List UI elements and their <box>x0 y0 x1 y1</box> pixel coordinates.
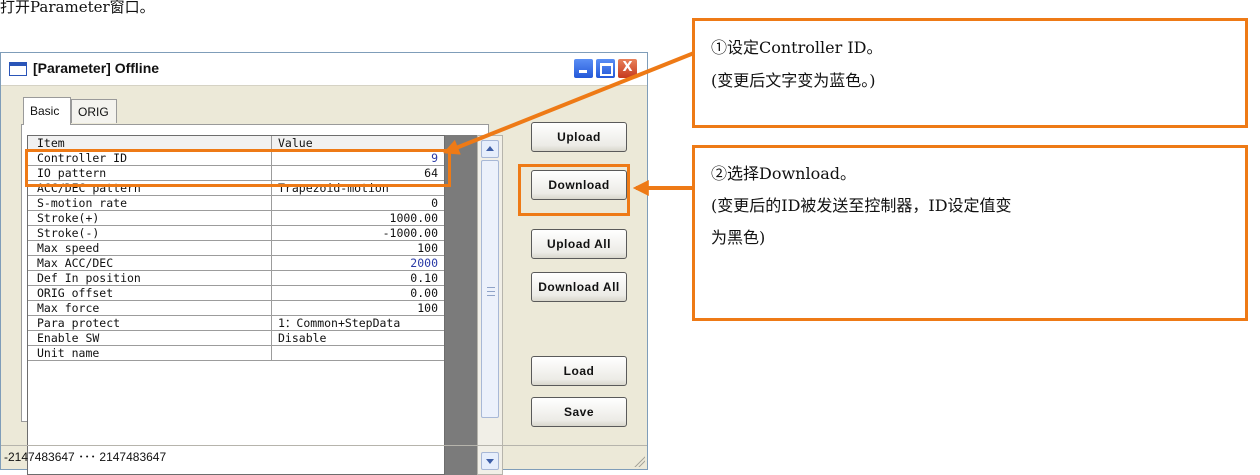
callout-step-1-note: (变更后文字变为蓝色。) <box>711 71 876 90</box>
table-row[interactable]: Def In position 0.10 <box>28 271 444 286</box>
table-row[interactable]: Max speed 100 <box>28 241 444 256</box>
callout-step-2-note: (变更后的ID被发送至控制器，ID设定值变 <box>711 196 1012 215</box>
table-row[interactable]: Unit name <box>28 346 444 361</box>
upload-all-button[interactable]: Upload All <box>531 229 627 259</box>
table-row[interactable]: ORIG offset 0.00 <box>28 286 444 301</box>
param-name-cell: Stroke(-) <box>28 226 272 240</box>
minimize-icon[interactable] <box>573 58 594 79</box>
param-value-cell[interactable] <box>272 346 444 360</box>
parameter-window: [Parameter] Offline X Basic ORIG Item Va… <box>0 52 648 475</box>
callout-step-2: ②选择Download。 (变更后的ID被发送至控制器，ID设定值变 为黑色) <box>692 145 1248 321</box>
param-name-cell: Unit name <box>28 346 272 360</box>
param-value-cell[interactable]: Trapezoid-motion <box>272 181 444 195</box>
callout-step-2-note-cont: 为黑色) <box>711 228 766 247</box>
resize-grip-icon[interactable] <box>633 455 645 467</box>
param-name-cell: Para protect <box>28 316 272 330</box>
param-name-cell: Max ACC/DEC <box>28 256 272 270</box>
param-value-cell[interactable]: 9 <box>272 151 444 165</box>
param-name-cell: ORIG offset <box>28 286 272 300</box>
grid-scrollbar[interactable] <box>477 135 503 475</box>
tab-basic[interactable]: Basic <box>23 97 71 125</box>
parameter-grid: Item Value Controller ID 9 IO pattern 64 ACC… <box>27 135 445 475</box>
callout-step-1: ①设定Controller ID。 (变更后文字变为蓝色。) <box>692 18 1248 128</box>
table-row[interactable]: IO pattern 64 <box>28 166 444 181</box>
param-value-cell[interactable]: 1000.00 <box>272 211 444 225</box>
grid-header-row: Item Value <box>28 136 444 151</box>
download-all-button[interactable]: Download All <box>531 272 627 302</box>
table-row[interactable]: S-motion rate 0 <box>28 196 444 211</box>
table-row[interactable]: Stroke(-) -1000.00 <box>28 226 444 241</box>
param-name-cell: Max force <box>28 301 272 315</box>
param-value-cell[interactable]: 0.10 <box>272 271 444 285</box>
download-button[interactable]: Download <box>531 170 627 200</box>
close-icon[interactable]: X <box>617 58 638 79</box>
param-name-cell: Stroke(+) <box>28 211 272 225</box>
param-name-cell: IO pattern <box>28 166 272 180</box>
column-header-value: Value <box>278 136 313 150</box>
callout-step-1-title: ①设定Controller ID。 <box>711 38 883 57</box>
grid-empty-area <box>445 135 477 475</box>
table-row[interactable]: ACC/DEC pattern Trapezoid-motion <box>28 181 444 196</box>
param-value-cell[interactable]: 1：Common+StepData <box>272 316 444 330</box>
table-row[interactable]: Para protect 1：Common+StepData <box>28 316 444 331</box>
scroll-up-icon[interactable] <box>481 140 499 158</box>
param-name-cell: Max speed <box>28 241 272 255</box>
upload-button[interactable]: Upload <box>531 122 627 152</box>
title-bar[interactable]: [Parameter] Offline X <box>1 53 647 86</box>
param-name-cell: ACC/DEC pattern <box>28 181 272 195</box>
tab-orig[interactable]: ORIG <box>71 99 117 123</box>
param-value-cell[interactable]: 64 <box>272 166 444 180</box>
maximize-icon[interactable] <box>595 58 616 79</box>
status-bar: -2147483647 ･･･ 2147483647 <box>1 445 647 469</box>
load-button[interactable]: Load <box>531 356 627 386</box>
param-value-cell[interactable]: 100 <box>272 241 444 255</box>
param-value-cell[interactable]: Disable <box>272 331 444 345</box>
param-name-cell: Enable SW <box>28 331 272 345</box>
document-heading: 打开Parameter窗口。 <box>0 0 155 16</box>
param-value-cell[interactable]: -1000.00 <box>272 226 444 240</box>
table-row[interactable]: Enable SW Disable <box>28 331 444 346</box>
column-header-item: Item <box>28 136 272 150</box>
param-value-cell[interactable]: 0 <box>272 196 444 210</box>
callout-step-2-title: ②选择Download。 <box>711 164 856 183</box>
param-name-cell: Controller ID <box>28 151 272 165</box>
table-row[interactable]: Stroke(+) 1000.00 <box>28 211 444 226</box>
save-button[interactable]: Save <box>531 397 627 427</box>
table-row[interactable]: Max ACC/DEC 2000 <box>28 256 444 271</box>
param-name-cell: Def In position <box>28 271 272 285</box>
window-icon <box>9 62 27 76</box>
param-name-cell: S-motion rate <box>28 196 272 210</box>
param-value-cell[interactable]: 100 <box>272 301 444 315</box>
window-title: [Parameter] Offline <box>33 60 160 76</box>
param-value-cell[interactable]: 0.00 <box>272 286 444 300</box>
param-value-cell[interactable]: 2000 <box>272 256 444 270</box>
table-row[interactable]: Controller ID 9 <box>28 151 444 166</box>
scroll-thumb[interactable] <box>481 160 499 418</box>
scroll-grip-icon <box>487 287 495 296</box>
table-row[interactable]: Max force 100 <box>28 301 444 316</box>
